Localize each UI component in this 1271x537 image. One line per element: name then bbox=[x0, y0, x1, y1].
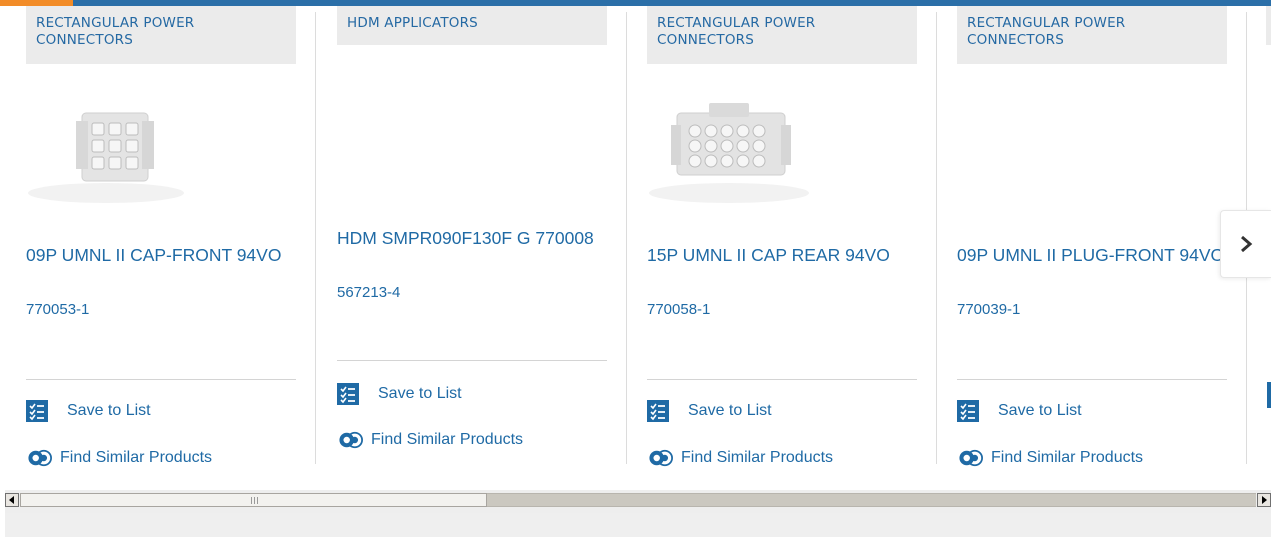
product-card: RECTANGULAR POWER CONNECTORS 15P UMNL II… bbox=[647, 6, 917, 490]
card-divider bbox=[936, 12, 937, 464]
part-number-link[interactable]: 770058-1 bbox=[647, 301, 710, 318]
card-separator bbox=[957, 379, 1227, 380]
similar-products-icon bbox=[337, 428, 371, 452]
chevron-right-icon bbox=[1241, 235, 1253, 253]
product-card: RECTANGULAR POWER CONNECTORS 09P UMNL II… bbox=[957, 6, 1227, 490]
category-tag[interactable]: RECTANGULAR POWER CONNECTORS bbox=[957, 6, 1227, 64]
card-divider bbox=[626, 12, 627, 464]
save-to-list-button[interactable]: Save to List bbox=[337, 383, 462, 405]
product-title-link[interactable]: 09P UMNL II PLUG-FRONT 94VO bbox=[957, 246, 1224, 264]
card-separator bbox=[647, 379, 917, 380]
find-similar-label: Find Similar Products bbox=[681, 449, 834, 466]
scrollbar-thumb[interactable] bbox=[20, 493, 487, 507]
find-similar-products-button[interactable]: Find Similar Products bbox=[647, 446, 833, 470]
carousel-next-button[interactable] bbox=[1220, 210, 1271, 278]
next-card-tag bbox=[1266, 6, 1271, 45]
scrollbar-grip bbox=[251, 497, 259, 504]
save-to-list-label: Save to List bbox=[688, 402, 772, 419]
save-to-list-label: Save to List bbox=[67, 402, 151, 419]
checklist-icon bbox=[337, 383, 371, 405]
product-title-link[interactable]: 15P UMNL II CAP REAR 94VO bbox=[647, 246, 890, 264]
card-separator bbox=[26, 379, 296, 380]
save-to-list-button[interactable]: Save to List bbox=[647, 400, 772, 422]
category-tag[interactable]: RECTANGULAR POWER CONNECTORS bbox=[26, 6, 296, 64]
product-card: HDM APPLICATORS HDM SMPR090F130F G 77000… bbox=[337, 6, 607, 490]
product-card: RECTANGULAR POWER CONNECTORS 09P UMNL II… bbox=[26, 6, 296, 490]
part-number-link[interactable]: 770053-1 bbox=[26, 301, 89, 318]
save-to-list-button[interactable]: Save to List bbox=[26, 400, 151, 422]
scroll-left-button[interactable] bbox=[5, 493, 19, 507]
checklist-icon bbox=[26, 400, 60, 422]
footer-area bbox=[5, 513, 1271, 537]
similar-products-icon bbox=[957, 446, 991, 470]
find-similar-label: Find Similar Products bbox=[60, 449, 213, 466]
category-tag[interactable]: HDM APPLICATORS bbox=[337, 6, 607, 45]
find-similar-products-button[interactable]: Find Similar Products bbox=[957, 446, 1143, 470]
find-similar-label: Find Similar Products bbox=[371, 431, 524, 448]
horizontal-scrollbar[interactable] bbox=[5, 490, 1271, 513]
arrow-right-icon bbox=[1262, 496, 1267, 504]
product-title-link[interactable]: HDM SMPR090F130F G 770008 bbox=[337, 229, 594, 247]
find-similar-label: Find Similar Products bbox=[991, 449, 1144, 466]
product-title-link[interactable]: 09P UMNL II CAP-FRONT 94VO bbox=[26, 246, 281, 264]
part-number-link[interactable]: 770039-1 bbox=[957, 301, 1020, 318]
product-image[interactable] bbox=[26, 85, 196, 210]
save-to-list-label: Save to List bbox=[998, 402, 1082, 419]
arrow-left-icon bbox=[9, 496, 14, 504]
next-card-save-icon bbox=[1267, 382, 1271, 408]
card-separator bbox=[337, 360, 607, 361]
checklist-icon bbox=[647, 400, 681, 422]
find-similar-products-button[interactable]: Find Similar Products bbox=[337, 428, 523, 452]
save-to-list-label: Save to List bbox=[378, 385, 462, 402]
part-number-link[interactable]: 567213-4 bbox=[337, 284, 400, 301]
find-similar-products-button[interactable]: Find Similar Products bbox=[26, 446, 212, 470]
similar-products-icon bbox=[647, 446, 681, 470]
scroll-right-button[interactable] bbox=[1257, 493, 1271, 507]
similar-products-icon bbox=[26, 446, 60, 470]
product-carousel: RECTANGULAR POWER CONNECTORS 09P UMNL II… bbox=[0, 6, 1271, 490]
checklist-icon bbox=[957, 400, 991, 422]
category-tag[interactable]: RECTANGULAR POWER CONNECTORS bbox=[647, 6, 917, 64]
card-divider bbox=[315, 12, 316, 464]
product-image[interactable] bbox=[647, 85, 817, 210]
save-to-list-button[interactable]: Save to List bbox=[957, 400, 1082, 422]
